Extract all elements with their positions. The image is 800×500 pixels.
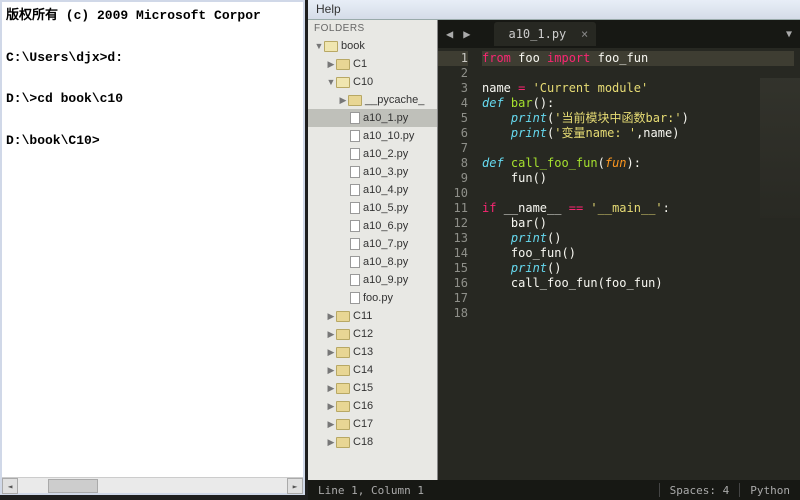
terminal-line: 版权所有 (c) 2009 Microsoft Corpor	[6, 8, 261, 23]
tab-next-icon[interactable]: ▶	[459, 27, 474, 41]
status-language[interactable]: Python	[750, 484, 790, 497]
status-position[interactable]: Line 1, Column 1	[318, 484, 649, 497]
file-icon	[350, 202, 360, 214]
folder-icon	[336, 383, 350, 394]
file-icon	[350, 130, 360, 142]
terminal-line: C:\Users\djx>d:	[6, 50, 123, 65]
tree-folder-c13[interactable]: C13	[308, 343, 437, 361]
file-icon	[350, 166, 360, 178]
tree-file-a10-1[interactable]: a10_1.py	[308, 109, 437, 127]
sidebar-header: FOLDERS	[308, 20, 437, 37]
menu-bar: Help	[308, 0, 800, 20]
folder-icon	[336, 365, 350, 376]
tree-file-a10-9[interactable]: a10_9.py	[308, 271, 437, 289]
file-icon	[350, 148, 360, 160]
tree-folder-c16[interactable]: C16	[308, 397, 437, 415]
terminal-line: D:\>cd book\c10	[6, 91, 123, 106]
horizontal-scrollbar[interactable]: ◄ ►	[2, 477, 303, 493]
chevron-right-icon	[326, 437, 336, 448]
tree-file-a10-5[interactable]: a10_5.py	[308, 199, 437, 217]
tab-a10-1[interactable]: a10_1.py ×	[494, 22, 596, 46]
folder-icon	[336, 77, 350, 88]
tree-file-foo[interactable]: foo.py	[308, 289, 437, 307]
chevron-right-icon	[326, 329, 336, 340]
folder-icon	[324, 41, 338, 52]
chevron-right-icon	[326, 401, 336, 412]
terminal-content[interactable]: 版权所有 (c) 2009 Microsoft Corpor C:\Users\…	[2, 2, 303, 156]
tree-folder-c14[interactable]: C14	[308, 361, 437, 379]
folder-icon	[336, 347, 350, 358]
menu-help[interactable]: Help	[316, 2, 341, 16]
chevron-right-icon	[326, 419, 336, 430]
code-text[interactable]: from foo import foo_fun name = 'Current …	[476, 48, 800, 480]
file-icon	[350, 220, 360, 232]
editor-window: Help FOLDERS book C1 C10 __pycache_ a10_…	[308, 0, 800, 500]
tree-folder-book[interactable]: book	[308, 37, 437, 55]
scroll-right-arrow-icon[interactable]: ►	[287, 478, 303, 494]
code-body[interactable]: 123456789101112131415161718 from foo imp…	[438, 48, 800, 480]
file-icon	[350, 292, 360, 304]
tree-file-a10-4[interactable]: a10_4.py	[308, 181, 437, 199]
chevron-right-icon	[326, 59, 336, 70]
chevron-right-icon	[326, 347, 336, 358]
tab-bar: ◀ ▶ a10_1.py × ▼	[438, 20, 800, 48]
file-icon	[350, 274, 360, 286]
tree-file-a10-8[interactable]: a10_8.py	[308, 253, 437, 271]
tree-folder-c17[interactable]: C17	[308, 415, 437, 433]
folder-icon	[348, 95, 362, 106]
tree-folder-c12[interactable]: C12	[308, 325, 437, 343]
file-icon	[350, 112, 360, 124]
chevron-right-icon	[326, 383, 336, 394]
file-icon	[350, 238, 360, 250]
file-icon	[350, 256, 360, 268]
folder-icon	[336, 419, 350, 430]
tab-overflow-icon[interactable]: ▼	[786, 29, 792, 40]
status-bar: Line 1, Column 1 Spaces: 4 Python	[308, 480, 800, 500]
close-icon[interactable]: ×	[581, 27, 588, 41]
folder-icon	[336, 59, 350, 70]
line-gutter: 123456789101112131415161718	[438, 48, 476, 480]
tree-folder-c10[interactable]: C10	[308, 73, 437, 91]
status-separator	[739, 483, 740, 497]
folder-icon	[336, 401, 350, 412]
tree-file-a10-10[interactable]: a10_10.py	[308, 127, 437, 145]
scroll-track[interactable]	[18, 478, 287, 493]
file-icon	[350, 184, 360, 196]
terminal-line: D:\book\C10>	[6, 133, 100, 148]
status-spaces[interactable]: Spaces: 4	[670, 484, 730, 497]
folder-icon	[336, 329, 350, 340]
chevron-down-icon	[326, 77, 336, 87]
tree-file-a10-2[interactable]: a10_2.py	[308, 145, 437, 163]
tree-folder-c18[interactable]: C18	[308, 433, 437, 451]
tree-folder-c1[interactable]: C1	[308, 55, 437, 73]
chevron-right-icon	[326, 311, 336, 322]
scroll-thumb[interactable]	[48, 479, 98, 493]
chevron-down-icon	[314, 41, 324, 51]
tree-folder-pycache[interactable]: __pycache_	[308, 91, 437, 109]
tree-file-a10-6[interactable]: a10_6.py	[308, 217, 437, 235]
chevron-right-icon	[338, 95, 348, 106]
tab-nav: ◀ ▶	[442, 27, 474, 41]
terminal-panel: 版权所有 (c) 2009 Microsoft Corpor C:\Users\…	[0, 0, 305, 495]
tree-file-a10-7[interactable]: a10_7.py	[308, 235, 437, 253]
tab-prev-icon[interactable]: ◀	[442, 27, 457, 41]
tab-title: a10_1.py	[508, 27, 566, 41]
code-area: ◀ ▶ a10_1.py × ▼ 12345678910111213141516…	[438, 20, 800, 480]
folder-icon	[336, 311, 350, 322]
folder-sidebar: FOLDERS book C1 C10 __pycache_ a10_1.py …	[308, 20, 438, 480]
tree-file-a10-3[interactable]: a10_3.py	[308, 163, 437, 181]
tree-folder-c15[interactable]: C15	[308, 379, 437, 397]
minimap[interactable]	[760, 78, 800, 218]
chevron-right-icon	[326, 365, 336, 376]
scroll-left-arrow-icon[interactable]: ◄	[2, 478, 18, 494]
status-separator	[659, 483, 660, 497]
folder-icon	[336, 437, 350, 448]
tree-folder-c11[interactable]: C11	[308, 307, 437, 325]
